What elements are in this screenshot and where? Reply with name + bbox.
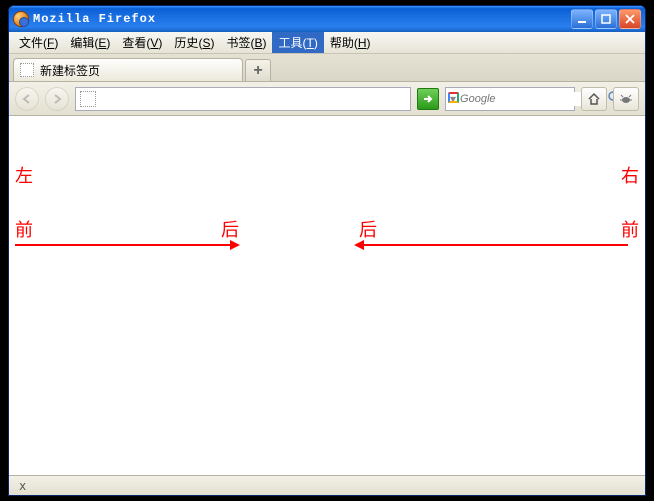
close-button[interactable] — [619, 9, 641, 29]
menu-bookmarks[interactable]: 书签(B) — [220, 32, 272, 53]
menu-help[interactable]: 帮助(H) — [324, 32, 377, 53]
label-left: 左 — [15, 162, 33, 188]
maximize-icon — [601, 14, 611, 24]
maximize-button[interactable] — [595, 9, 617, 29]
tab-label: 新建标签页 — [40, 62, 100, 79]
title-bar[interactable]: Mozilla Firefox — [9, 6, 645, 32]
status-bar: x — [9, 475, 645, 495]
label-front-r: 前 — [621, 216, 639, 242]
tab-strip: 新建标签页 + — [9, 54, 645, 82]
label-front-l: 前 — [15, 216, 33, 242]
plus-icon: + — [253, 62, 262, 80]
label-back-r: 后 — [359, 216, 377, 242]
menu-file[interactable]: 文件(F) — [13, 32, 64, 53]
close-icon — [625, 14, 635, 24]
arrow-right-line — [364, 244, 628, 246]
home-icon — [587, 92, 601, 106]
go-button[interactable] — [417, 88, 439, 110]
page-content: 左 右 前 后 后 前 — [9, 116, 645, 475]
minimize-button[interactable] — [571, 9, 593, 29]
back-arrow-icon — [21, 93, 33, 105]
url-bar[interactable] — [75, 87, 411, 111]
menu-edit[interactable]: 编辑(E) — [64, 32, 116, 53]
label-right: 右 — [621, 162, 639, 188]
new-tab-button[interactable]: + — [245, 59, 271, 81]
menu-history[interactable]: 历史(S) — [168, 32, 220, 53]
arrow-left-line — [15, 244, 230, 246]
bug-icon — [619, 92, 633, 106]
label-back-l: 后 — [221, 216, 239, 242]
menu-tools[interactable]: 工具(T) — [272, 32, 323, 53]
navigation-toolbar: ▾ — [9, 82, 645, 116]
minimize-icon — [577, 14, 587, 24]
status-close-button[interactable]: x — [15, 479, 30, 493]
firefox-app-icon — [13, 11, 29, 27]
forward-button[interactable] — [45, 87, 69, 111]
app-window: Mozilla Firefox 文件(F) 编辑(E) 查看(V) 历史(S) … — [8, 5, 646, 496]
url-input[interactable] — [100, 91, 406, 107]
menu-view[interactable]: 查看(V) — [116, 32, 168, 53]
site-favicon — [80, 91, 96, 107]
arrow-left-head-icon — [230, 240, 240, 250]
home-button[interactable] — [581, 87, 607, 111]
forward-arrow-icon — [51, 93, 63, 105]
window-title: Mozilla Firefox — [33, 12, 156, 26]
back-button[interactable] — [15, 87, 39, 111]
search-box[interactable]: ▾ — [445, 87, 575, 111]
menu-bar: 文件(F) 编辑(E) 查看(V) 历史(S) 书签(B) 工具(T) 帮助(H… — [9, 32, 645, 54]
arrow-right-head-icon — [354, 240, 364, 250]
tab-new[interactable]: 新建标签页 — [13, 58, 243, 81]
blank-page-icon — [20, 63, 34, 77]
go-arrow-icon — [422, 93, 434, 105]
addon-button[interactable] — [613, 87, 639, 111]
